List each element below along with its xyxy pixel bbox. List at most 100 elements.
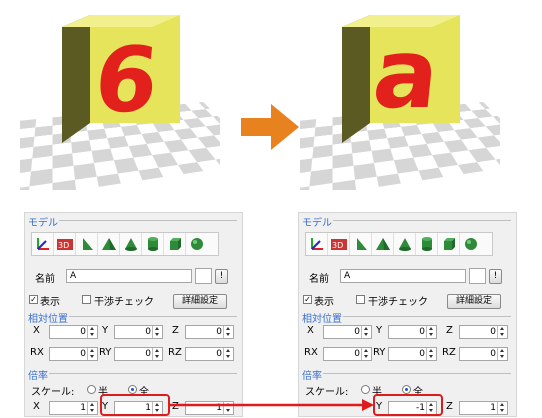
svg-text:3D: 3D xyxy=(58,241,69,250)
scale-z-label: Z xyxy=(446,401,453,412)
pos-y-stepper[interactable]: 0 xyxy=(388,325,437,339)
pos-y-stepper[interactable]: 0 xyxy=(114,325,163,339)
interference-label: 干渉チェック xyxy=(94,297,154,308)
rot-y-label: RY xyxy=(373,347,386,358)
details-button[interactable]: 詳細設定 xyxy=(447,294,501,309)
stepper-arrows[interactable] xyxy=(426,326,436,338)
stepper-arrows[interactable] xyxy=(87,326,97,338)
box-icon[interactable] xyxy=(164,233,186,255)
viewport-after: a xyxy=(300,5,500,190)
more-button[interactable]: ! xyxy=(215,269,228,284)
cube-letter-after: a xyxy=(368,18,445,130)
rot-x-value: 0 xyxy=(354,349,360,359)
pos-x-stepper[interactable]: 0 xyxy=(49,325,98,339)
stepper-arrows[interactable] xyxy=(152,326,162,338)
details-button[interactable]: 詳細設定 xyxy=(173,294,227,309)
cylinder-icon[interactable] xyxy=(142,233,164,255)
show-checkbox[interactable]: ✓ xyxy=(303,295,312,304)
stepper-arrows[interactable] xyxy=(497,348,507,360)
color-swatch[interactable] xyxy=(469,268,486,284)
connector-arrow-icon xyxy=(168,399,374,411)
scale-x-label: X xyxy=(33,401,40,412)
name-input[interactable]: A xyxy=(66,269,192,283)
more-button[interactable]: ! xyxy=(489,269,502,284)
scale-half-radio[interactable] xyxy=(87,385,96,394)
scale-z-stepper[interactable]: 1 xyxy=(459,401,508,415)
axes-icon[interactable] xyxy=(306,233,328,255)
cube-letter-before: 6 xyxy=(90,28,164,133)
pos-y-label: Y xyxy=(376,325,383,336)
stepper-arrows[interactable] xyxy=(497,402,507,414)
axes-icon[interactable] xyxy=(32,233,54,255)
model-toolbar: 3D xyxy=(31,232,219,256)
stepper-arrows[interactable] xyxy=(426,348,436,360)
pyramid-icon[interactable] xyxy=(98,233,120,255)
scale-full-radio[interactable] xyxy=(402,385,411,394)
pyramid-icon[interactable] xyxy=(372,233,394,255)
stepper-arrows[interactable] xyxy=(223,326,233,338)
highlight-scale-y-right xyxy=(373,394,443,416)
wedge-icon[interactable] xyxy=(76,233,98,255)
pos-z-value: 0 xyxy=(216,327,222,337)
rot-x-label: RX xyxy=(30,347,44,358)
svg-text:3D: 3D xyxy=(332,241,343,250)
rot-z-stepper[interactable]: 0 xyxy=(185,347,234,361)
stepper-arrows[interactable] xyxy=(497,326,507,338)
relpos-group-title: 相対位置 xyxy=(301,310,343,325)
pos-z-value: 0 xyxy=(490,327,496,337)
rot-x-stepper[interactable]: 0 xyxy=(49,347,98,361)
rot-z-stepper[interactable]: 0 xyxy=(459,347,508,361)
name-label: 名前 xyxy=(309,274,329,285)
cone-icon[interactable] xyxy=(394,233,416,255)
pos-y-value: 0 xyxy=(419,327,425,337)
model-group-title: モデル xyxy=(27,214,59,229)
stepper-arrows[interactable] xyxy=(223,348,233,360)
rot-z-value: 0 xyxy=(216,349,222,359)
rot-x-stepper[interactable]: 0 xyxy=(323,347,372,361)
pos-x-stepper[interactable]: 0 xyxy=(323,325,372,339)
model-toolbar: 3D xyxy=(305,232,493,256)
scale-half-radio[interactable] xyxy=(361,385,370,394)
rot-z-value: 0 xyxy=(490,349,496,359)
stepper-arrows[interactable] xyxy=(87,348,97,360)
pos-z-stepper[interactable]: 0 xyxy=(459,325,508,339)
stepper-arrows[interactable] xyxy=(361,348,371,360)
rot-y-stepper[interactable]: 0 xyxy=(388,347,437,361)
group-divider xyxy=(65,316,237,317)
pos-y-value: 0 xyxy=(145,327,151,337)
viewport-before: 6 xyxy=(20,5,220,190)
sphere-icon[interactable] xyxy=(186,233,208,255)
pos-z-label: Z xyxy=(172,325,179,336)
model-panel-right: モデル 3D 名前 A ! ✓ 表示 干渉チェック 詳細設定 相対位置 X 0 … xyxy=(298,212,517,417)
stepper-arrows[interactable] xyxy=(152,348,162,360)
scale-x-value: 1 xyxy=(80,403,86,413)
color-swatch[interactable] xyxy=(195,268,212,284)
interference-label: 干渉チェック xyxy=(368,297,428,308)
highlight-scale-y-left xyxy=(100,394,170,416)
pos-x-label: X xyxy=(33,325,40,336)
scale-label: スケール: xyxy=(31,387,75,398)
stepper-arrows[interactable] xyxy=(361,326,371,338)
3d-model-icon[interactable]: 3D xyxy=(328,233,350,255)
pos-z-stepper[interactable]: 0 xyxy=(185,325,234,339)
show-checkbox[interactable]: ✓ xyxy=(29,295,38,304)
name-input[interactable]: A xyxy=(340,269,466,283)
3d-model-icon[interactable]: 3D xyxy=(54,233,76,255)
interference-checkbox[interactable] xyxy=(82,295,91,304)
rot-y-value: 0 xyxy=(145,349,151,359)
sphere-icon[interactable] xyxy=(460,233,482,255)
interference-checkbox[interactable] xyxy=(356,295,365,304)
cylinder-icon[interactable] xyxy=(416,233,438,255)
stepper-arrows[interactable] xyxy=(87,402,97,414)
group-divider xyxy=(329,220,511,221)
scale-group-title: 倍率 xyxy=(27,367,49,382)
box-icon[interactable] xyxy=(438,233,460,255)
scale-x-stepper[interactable]: 1 xyxy=(49,401,98,415)
scale-full-radio[interactable] xyxy=(128,385,137,394)
wedge-icon[interactable] xyxy=(350,233,372,255)
rot-y-value: 0 xyxy=(419,349,425,359)
pos-x-value: 0 xyxy=(354,327,360,337)
rot-y-stepper[interactable]: 0 xyxy=(114,347,163,361)
pos-z-label: Z xyxy=(446,325,453,336)
cone-icon[interactable] xyxy=(120,233,142,255)
